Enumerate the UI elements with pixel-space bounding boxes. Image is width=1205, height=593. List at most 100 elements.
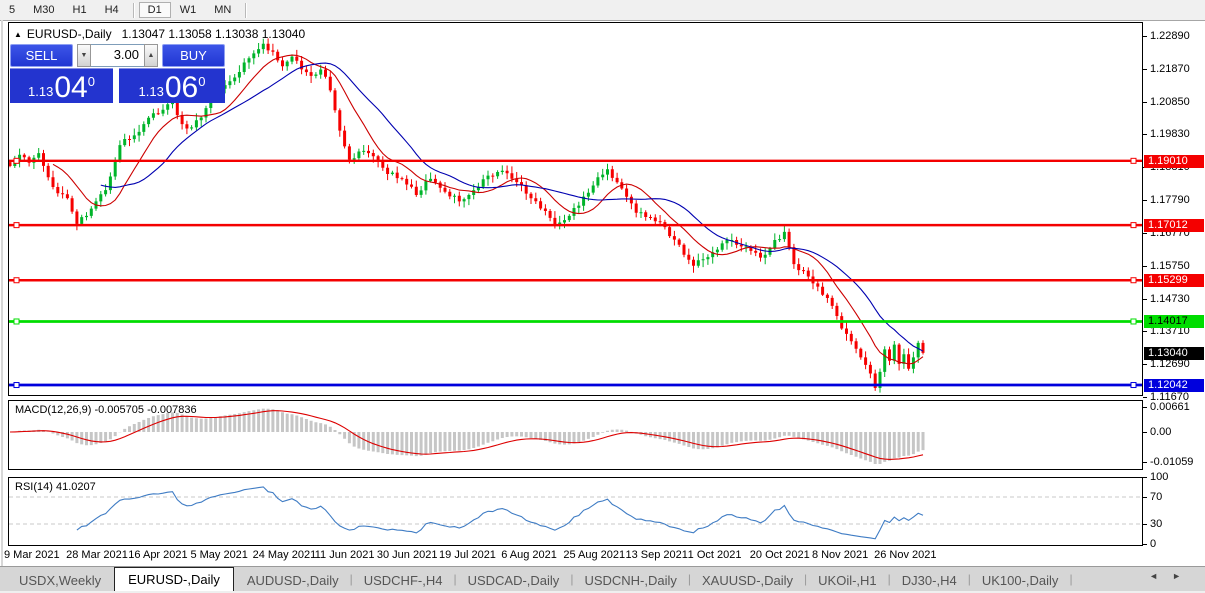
terminal-window: 5M30H1H4 D1W1MN ▲ EURUSD-,Daily 1.13047 1.1…	[0, 0, 1205, 593]
tab-xauusd-daily[interactable]: XAUUSD-,Daily	[689, 571, 806, 591]
date-label: 19 Jul 2021	[439, 549, 496, 561]
current-price-badge: 1.13040	[1144, 347, 1204, 360]
price-tick-label: 1.22890	[1150, 30, 1190, 42]
price-level-badge: 1.17012	[1144, 219, 1204, 232]
timeframe-button-m30[interactable]: M30	[24, 2, 63, 18]
timeframe-button-h4[interactable]: H4	[96, 2, 128, 18]
buy-price-big: 06	[165, 73, 198, 103]
line-anchor	[14, 383, 19, 388]
price-tick	[1143, 266, 1147, 267]
rsi-tick-label: 100	[1150, 471, 1168, 483]
price-level-badge: 1.19010	[1144, 155, 1204, 168]
date-label: 28 Mar 2021	[66, 549, 128, 561]
tab-scroll-right-icon[interactable]: ►	[1172, 571, 1195, 581]
price-tick-label: 1.17790	[1150, 194, 1190, 206]
volume-input[interactable]: 3.00	[91, 44, 144, 67]
tab-uk100-daily[interactable]: UK100-,Daily	[969, 571, 1072, 591]
line-anchor	[14, 158, 19, 163]
tab-usdx-weekly[interactable]: USDX,Weekly	[6, 571, 114, 591]
tab-scroll-left-icon[interactable]: ◄	[1149, 571, 1172, 581]
price-tick-label: 1.15750	[1150, 260, 1190, 272]
tab-audusd-daily[interactable]: AUDUSD-,Daily	[234, 571, 352, 591]
horizontal-line-1.15299[interactable]	[9, 278, 1142, 283]
date-label: 13 Sep 2021	[626, 549, 688, 561]
horizontal-line-1.12042[interactable]	[9, 383, 1142, 388]
macd-tick	[1143, 407, 1147, 408]
macd-tick	[1143, 462, 1147, 463]
chart-tab-bar: USDX,WeeklyEURUSD-,DailyAUDUSD-,Daily|US…	[0, 566, 1205, 591]
price-tick	[1143, 233, 1147, 234]
line-anchor	[1131, 319, 1136, 324]
spin-down-icon: ▼	[81, 52, 88, 59]
macd-tick-label: 0.00	[1150, 426, 1171, 438]
toolbar-separator	[245, 3, 246, 18]
line-anchor	[14, 278, 19, 283]
price-tick-label: 1.12690	[1150, 358, 1190, 370]
date-label: 5 May 2021	[190, 549, 247, 561]
price-tick	[1143, 397, 1147, 398]
date-label: 9 Mar 2021	[4, 549, 60, 561]
rsi-tick	[1143, 524, 1147, 525]
volume-increase-button[interactable]: ▲	[144, 44, 158, 67]
horizontal-line-1.19010[interactable]	[9, 158, 1142, 163]
buy-price-sup: 0	[198, 74, 205, 89]
horizontal-line-1.14017[interactable]	[9, 319, 1142, 324]
rsi-line	[77, 487, 923, 539]
collapse-icon[interactable]: ▲	[14, 30, 22, 39]
macd-signal-line	[10, 411, 923, 460]
price-tick	[1143, 299, 1147, 300]
buy-price-display[interactable]: 1.13 06 0	[119, 68, 225, 103]
date-label: 8 Nov 2021	[812, 549, 868, 561]
rsi-panel[interactable]: RSI(14) 41.0207	[8, 477, 1143, 546]
volume-decrease-button[interactable]: ▼	[77, 44, 91, 67]
price-level-badge: 1.15299	[1144, 274, 1204, 287]
timeframe-toolbar: 5M30H1H4 D1W1MN	[0, 0, 1205, 21]
price-tick	[1143, 134, 1147, 135]
rsi-chart	[9, 478, 1142, 545]
tab-usdchf-h4[interactable]: USDCHF-,H4	[351, 571, 456, 591]
rsi-tick-label: 0	[1150, 538, 1156, 550]
line-anchor	[1131, 278, 1136, 283]
rsi-tick-label: 30	[1150, 518, 1162, 530]
macd-tick-label: 0.00661	[1150, 401, 1190, 413]
sell-price-display[interactable]: 1.13 04 0	[10, 68, 113, 103]
tab-dj30-h4[interactable]: DJ30-,H4	[889, 571, 970, 591]
price-tick	[1143, 364, 1147, 365]
rsi-tick	[1143, 497, 1147, 498]
macd-tick	[1143, 432, 1147, 433]
price-axis: 1.228901.218701.208501.198301.188101.177…	[1143, 0, 1205, 593]
date-label: 11 Jun 2021	[315, 549, 375, 561]
price-tick	[1143, 102, 1147, 103]
timeframe-button-5[interactable]: 5	[0, 2, 24, 18]
sell-price-big: 04	[54, 73, 87, 103]
sell-price-small: 1.13	[28, 84, 53, 99]
timeframe-button-w1[interactable]: W1	[171, 2, 206, 18]
buy-button[interactable]: BUY	[162, 44, 225, 67]
rsi-tick	[1143, 477, 1147, 478]
ma-slow-line	[101, 63, 923, 351]
price-tick	[1143, 200, 1147, 201]
timeframe-button-d1[interactable]: D1	[139, 2, 171, 18]
chart-symbol-label: EURUSD-,Daily	[27, 27, 112, 41]
rsi-tick-label: 70	[1150, 491, 1162, 503]
date-label: 6 Aug 2021	[501, 549, 557, 561]
line-anchor	[14, 223, 19, 228]
timeframe-button-h1[interactable]: H1	[64, 2, 96, 18]
chart-ohlc-values: 1.13047 1.13058 1.13038 1.13040	[122, 27, 306, 41]
price-tick-label: 1.21870	[1150, 63, 1190, 75]
horizontal-line-1.17012[interactable]	[9, 223, 1142, 228]
price-tick	[1143, 36, 1147, 37]
tab-usdcnh-daily[interactable]: USDCNH-,Daily	[571, 571, 689, 591]
date-label: 16 Apr 2021	[128, 549, 187, 561]
sell-button[interactable]: SELL	[10, 44, 73, 67]
price-tick	[1143, 331, 1147, 332]
price-level-badge: 1.12042	[1144, 379, 1204, 392]
timeframe-button-mn[interactable]: MN	[205, 2, 240, 18]
toolbar-separator	[133, 3, 134, 18]
tab-eurusd-daily[interactable]: EURUSD-,Daily	[114, 567, 234, 591]
one-click-trade-panel: SELL ▼ 3.00 ▲ BUY 1.13 04 0 1.13 06 0	[10, 44, 225, 103]
rsi-label: RSI(14) 41.0207	[15, 481, 96, 493]
tab-ukoil-h1[interactable]: UKOil-,H1	[805, 571, 890, 591]
macd-panel[interactable]: MACD(12,26,9) -0.005705 -0.007836	[8, 400, 1143, 470]
tab-usdcad-daily[interactable]: USDCAD-,Daily	[455, 571, 573, 591]
